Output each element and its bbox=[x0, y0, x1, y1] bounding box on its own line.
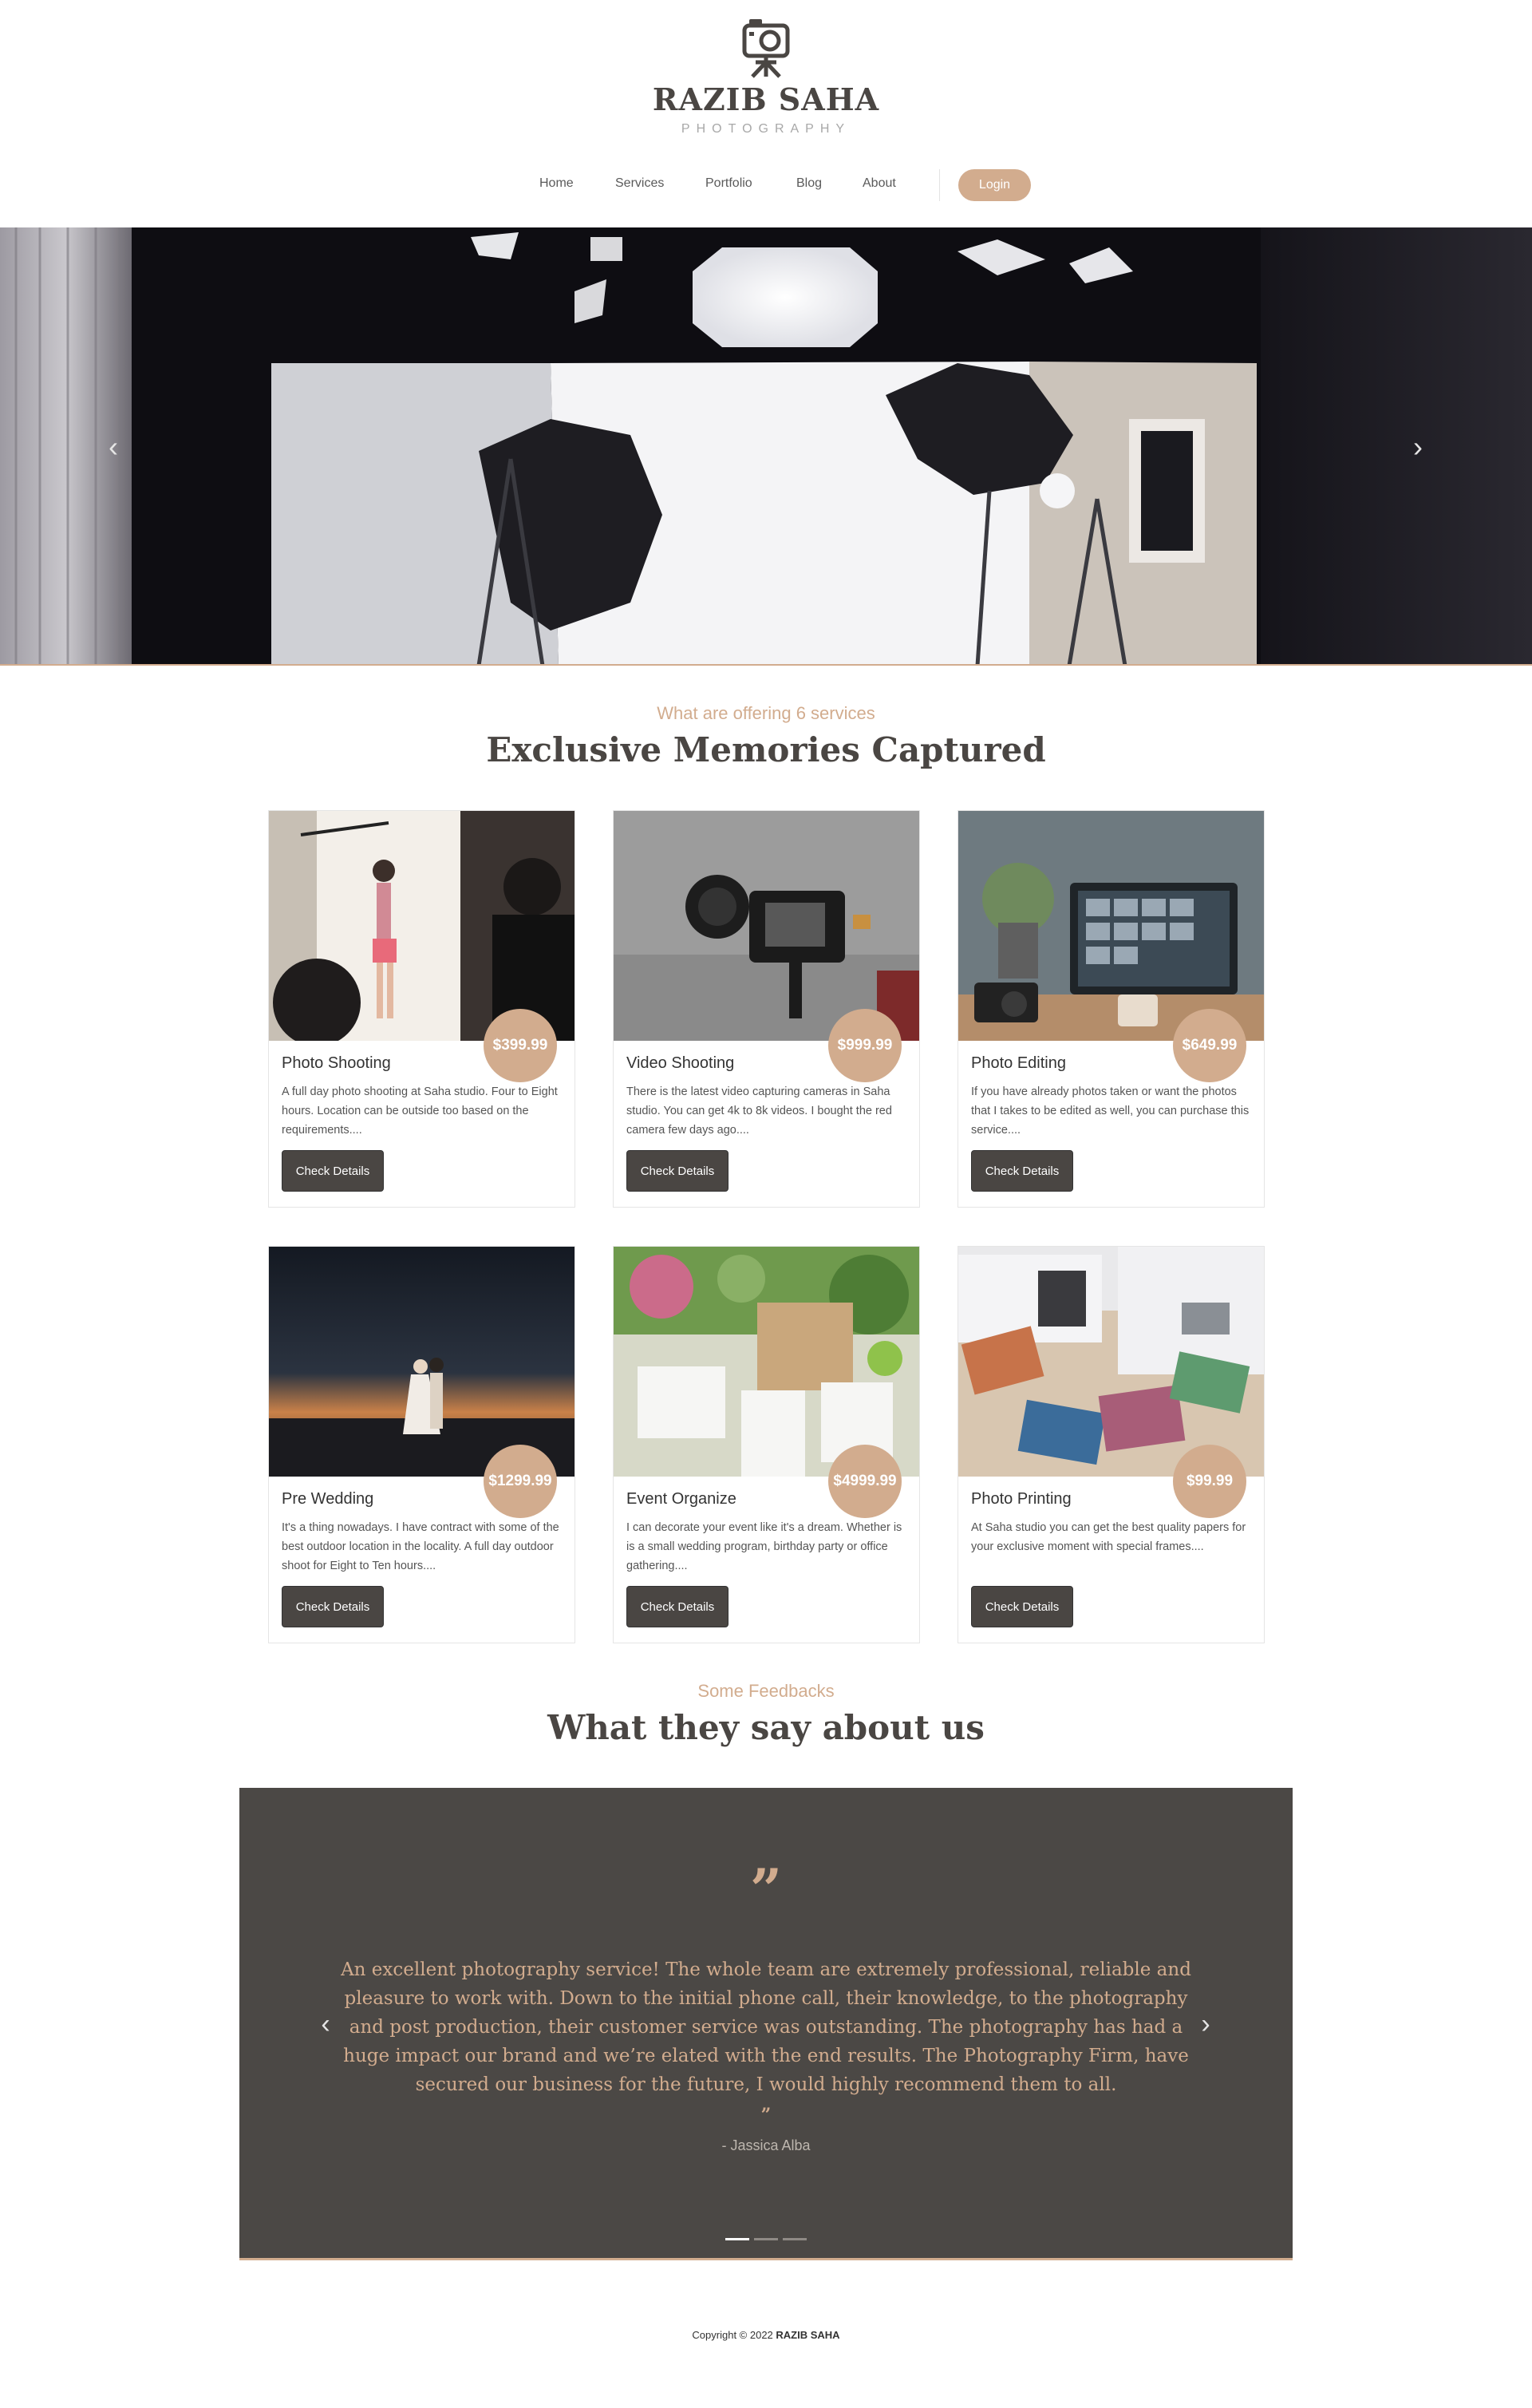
testimonial-text: An excellent photography service! The wh… bbox=[341, 1959, 1191, 2095]
copyright-owner: RAZIB SAHA bbox=[776, 2329, 840, 2341]
site-header: RAZIB SAHA PHOTOGRAPHY Home Services Por… bbox=[0, 0, 1532, 227]
nav-home[interactable]: Home bbox=[539, 176, 574, 191]
service-card-video-shooting: $999.99 Video Shooting There is the late… bbox=[613, 810, 920, 1208]
card-title: Photo Shooting bbox=[282, 1054, 391, 1072]
check-details-button[interactable]: Check Details bbox=[626, 1586, 728, 1627]
card-title: Video Shooting bbox=[626, 1054, 735, 1072]
testimonial-bottom-border bbox=[239, 2258, 1293, 2260]
card-title: Photo Printing bbox=[971, 1490, 1072, 1508]
card-description: If you have already photos taken or want… bbox=[971, 1085, 1250, 1137]
testimonials-subtitle: Some Feedbacks bbox=[697, 1681, 835, 1701]
price-badge: $4999.99 bbox=[828, 1445, 902, 1518]
service-card-event-organize: $4999.99 Event Organize I can decorate y… bbox=[613, 1246, 920, 1643]
price-badge: $999.99 bbox=[828, 1009, 902, 1082]
open-quote-icon: ” bbox=[749, 1856, 783, 1923]
check-details-button[interactable]: Check Details bbox=[626, 1150, 728, 1192]
service-card-photo-editing: $649.99 Photo Editing If you have alread… bbox=[958, 810, 1265, 1208]
check-details-button[interactable]: Check Details bbox=[282, 1150, 384, 1192]
camera-tripod-logo-icon[interactable] bbox=[738, 14, 794, 78]
login-button[interactable]: Login bbox=[958, 169, 1031, 201]
nav-portfolio[interactable]: Portfolio bbox=[705, 176, 752, 191]
check-details-button[interactable]: Check Details bbox=[971, 1150, 1073, 1192]
service-card-photo-printing: $99.99 Photo Printing At Saha studio you… bbox=[958, 1246, 1265, 1643]
card-description: I can decorate your event like it's a dr… bbox=[626, 1521, 902, 1572]
check-details-button[interactable]: Check Details bbox=[282, 1586, 384, 1627]
service-image-video-shooting bbox=[614, 811, 919, 1041]
footer: Copyright © 2022 RAZIB SAHA bbox=[0, 2329, 1532, 2341]
brand-tagline: PHOTOGRAPHY bbox=[681, 122, 851, 136]
testimonial-author: - Jassica Alba bbox=[721, 2137, 811, 2153]
price-badge: $99.99 bbox=[1173, 1445, 1246, 1518]
nav-about[interactable]: About bbox=[863, 176, 896, 191]
card-description: A full day photo shooting at Saha studio… bbox=[282, 1085, 558, 1137]
price-badge: $399.99 bbox=[484, 1009, 557, 1082]
hero-next-arrow[interactable]: › bbox=[1408, 431, 1427, 463]
card-description: It's a thing nowadays. I have contract w… bbox=[282, 1521, 559, 1572]
carousel-indicator-2[interactable] bbox=[754, 2238, 778, 2240]
brand-name[interactable]: RAZIB SAHA bbox=[0, 81, 1532, 117]
testimonial-next-arrow[interactable]: › bbox=[1196, 2008, 1215, 2040]
hero-divider bbox=[0, 664, 1532, 666]
service-card-pre-wedding: $1299.99 Pre Wedding It's a thing nowada… bbox=[268, 1246, 575, 1643]
service-image-pre-wedding bbox=[269, 1247, 574, 1477]
service-card-photo-shooting: $399.99 Photo Shooting A full day photo … bbox=[268, 810, 575, 1208]
price-badge: $649.99 bbox=[1173, 1009, 1246, 1082]
card-title: Photo Editing bbox=[971, 1054, 1066, 1072]
price-badge: $1299.99 bbox=[484, 1445, 557, 1518]
check-details-button[interactable]: Check Details bbox=[971, 1586, 1073, 1627]
card-title: Event Organize bbox=[626, 1490, 736, 1508]
main-nav: Home Services Portfolio Blog About Login bbox=[0, 169, 1532, 201]
testimonial-prev-arrow[interactable]: ‹ bbox=[316, 2008, 335, 2040]
hero-carousel: ‹ › bbox=[0, 227, 1532, 666]
carousel-indicator-3[interactable] bbox=[783, 2238, 807, 2240]
card-title: Pre Wedding bbox=[282, 1490, 374, 1508]
service-image-photo-printing bbox=[958, 1247, 1264, 1477]
nav-divider bbox=[939, 169, 940, 201]
service-image-photo-shooting bbox=[269, 811, 574, 1041]
services-subtitle: What are offering 6 services bbox=[657, 703, 875, 723]
service-image-photo-editing bbox=[958, 811, 1264, 1041]
nav-blog[interactable]: Blog bbox=[796, 176, 822, 191]
service-image-event-organize bbox=[614, 1247, 919, 1477]
hero-prev-arrow[interactable]: ‹ bbox=[104, 431, 123, 463]
carousel-indicator-1[interactable] bbox=[725, 2238, 749, 2240]
card-description: There is the latest video capturing came… bbox=[626, 1085, 892, 1137]
close-quote-icon: ” bbox=[760, 2105, 772, 2125]
card-description: At Saha studio you can get the best qual… bbox=[971, 1521, 1246, 1553]
services-title: Exclusive Memories Captured bbox=[486, 730, 1046, 769]
nav-services[interactable]: Services bbox=[615, 176, 664, 191]
testimonials-title: What they say about us bbox=[547, 1708, 985, 1747]
studio-hero-image bbox=[0, 227, 1532, 666]
copyright-text: Copyright © 2022 bbox=[692, 2329, 773, 2341]
